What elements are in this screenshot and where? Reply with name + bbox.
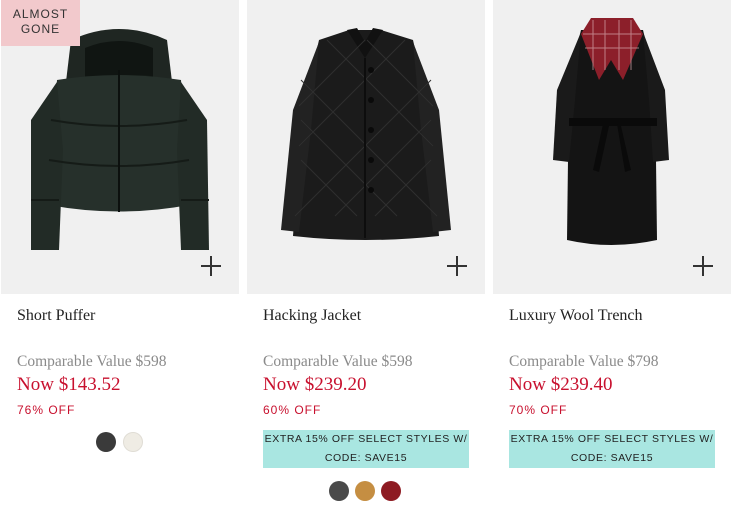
plus-icon[interactable] xyxy=(201,256,221,276)
product-image[interactable]: ALMOST GONE xyxy=(1,0,239,294)
product-name[interactable]: Luxury Wool Trench xyxy=(509,307,643,325)
sale-price: Now $239.40 xyxy=(509,374,613,395)
comparable-value: Comparable Value $798 xyxy=(509,353,659,370)
swatch-dark-green[interactable] xyxy=(96,432,116,452)
promo-banner: EXTRA 15% OFF SELECT STYLES W/ CODE: SAV… xyxy=(263,430,469,468)
hacking-jacket-image xyxy=(281,28,451,240)
discount-percent: 70% OFF xyxy=(509,403,568,417)
product-image[interactable] xyxy=(247,0,485,294)
product-image[interactable] xyxy=(493,0,731,294)
luxury-wool-trench-image xyxy=(553,18,669,245)
plus-icon[interactable] xyxy=(447,256,467,276)
promo-banner: EXTRA 15% OFF SELECT STYLES W/ CODE: SAV… xyxy=(509,430,715,468)
plus-icon[interactable] xyxy=(693,256,713,276)
comparable-value: Comparable Value $598 xyxy=(17,353,167,370)
sale-price: Now $143.52 xyxy=(17,374,121,395)
discount-percent: 76% OFF xyxy=(17,403,76,417)
comparable-value: Comparable Value $598 xyxy=(263,353,413,370)
discount-percent: 60% OFF xyxy=(263,403,322,417)
almost-gone-badge: ALMOST GONE xyxy=(1,0,80,46)
sale-price: Now $239.20 xyxy=(263,374,367,395)
swatch-cream[interactable] xyxy=(123,432,143,452)
product-name[interactable]: Hacking Jacket xyxy=(263,307,361,325)
swatch-charcoal[interactable] xyxy=(329,481,349,501)
swatch-burgundy[interactable] xyxy=(381,481,401,501)
product-card-luxury-wool-trench[interactable]: Luxury Wool Trench Comparable Value $798… xyxy=(493,0,731,508)
swatch-camel[interactable] xyxy=(355,481,375,501)
product-card-hacking-jacket[interactable]: Hacking Jacket Comparable Value $598 Now… xyxy=(247,0,485,508)
product-card-short-puffer[interactable]: ALMOST GONE Short Puffer Comparable Valu… xyxy=(1,0,239,508)
product-name[interactable]: Short Puffer xyxy=(17,307,95,325)
